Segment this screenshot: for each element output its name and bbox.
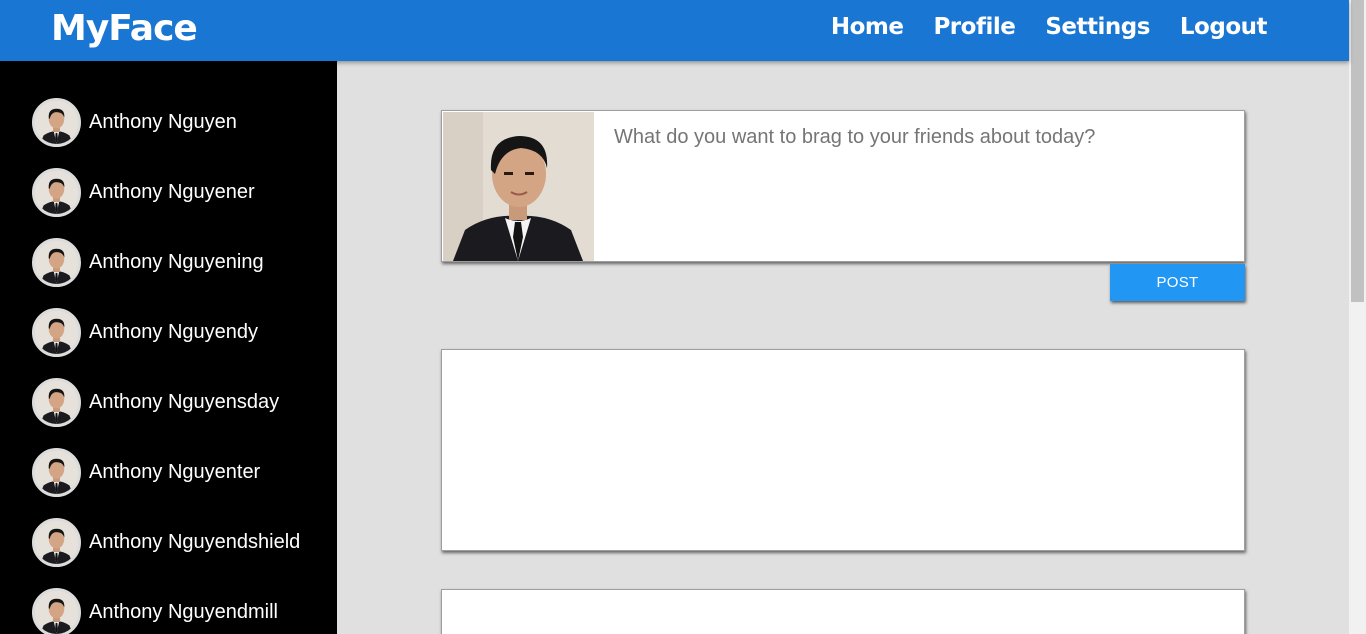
app-logo[interactable]: MyFace [51, 8, 198, 49]
feed-post-card [441, 589, 1245, 634]
scrollbar-thumb[interactable] [1351, 0, 1364, 302]
friend-list-item[interactable]: Anthony Nguyensday [32, 377, 279, 427]
friend-name: Anthony Nguyener [89, 180, 255, 203]
friend-name: Anthony Nguyendy [89, 320, 259, 343]
friend-avatar [32, 517, 81, 567]
top-app-bar: MyFace Home Profile Settings Logout [0, 0, 1349, 61]
friends-sidebar: Anthony Nguyen Anthony Nguyener Anthony Ng… [0, 61, 337, 634]
friend-name: Anthony Nguyendmill [89, 600, 278, 623]
nav-logout-link[interactable]: Logout [1180, 14, 1268, 40]
page: MyFace Home Profile Settings Logout Anth… [0, 0, 1366, 634]
friend-list-item[interactable]: Anthony Nguyener [32, 167, 255, 217]
friend-list-item[interactable]: Anthony Nguyenter [32, 447, 260, 497]
friend-avatar [32, 307, 81, 357]
nav-home-link[interactable]: Home [831, 14, 904, 40]
friend-list-item[interactable]: Anthony Nguyening [32, 237, 264, 287]
main-nav: Home Profile Settings Logout [831, 14, 1268, 40]
friend-avatar [32, 587, 81, 634]
friend-name: Anthony Nguyenter [89, 460, 261, 483]
friend-avatar [32, 447, 81, 497]
friend-name: Anthony Nguyen [89, 110, 237, 133]
post-text-input[interactable] [594, 112, 1244, 261]
friend-list-item[interactable]: Anthony Nguyendmill [32, 587, 278, 634]
friend-name: Anthony Nguyendshield [89, 530, 301, 553]
friend-name: Anthony Nguyensday [89, 390, 280, 413]
vertical-scrollbar[interactable] [1349, 0, 1366, 634]
post-button[interactable]: POST [1110, 264, 1245, 301]
post-composer [441, 110, 1245, 262]
friend-list-item[interactable]: Anthony Nguyendshield [32, 517, 300, 567]
friend-avatar [32, 167, 81, 217]
composer-profile-photo [443, 112, 594, 261]
friend-avatar [32, 237, 81, 287]
nav-profile-link[interactable]: Profile [933, 14, 1015, 40]
friend-name: Anthony Nguyening [89, 250, 264, 273]
feed-post-card [441, 349, 1245, 551]
nav-settings-link[interactable]: Settings [1045, 14, 1150, 40]
friend-avatar [32, 377, 81, 427]
friend-list-item[interactable]: Anthony Nguyen [32, 97, 237, 147]
friend-list-item[interactable]: Anthony Nguyendy [32, 307, 258, 357]
friend-avatar [32, 97, 81, 147]
